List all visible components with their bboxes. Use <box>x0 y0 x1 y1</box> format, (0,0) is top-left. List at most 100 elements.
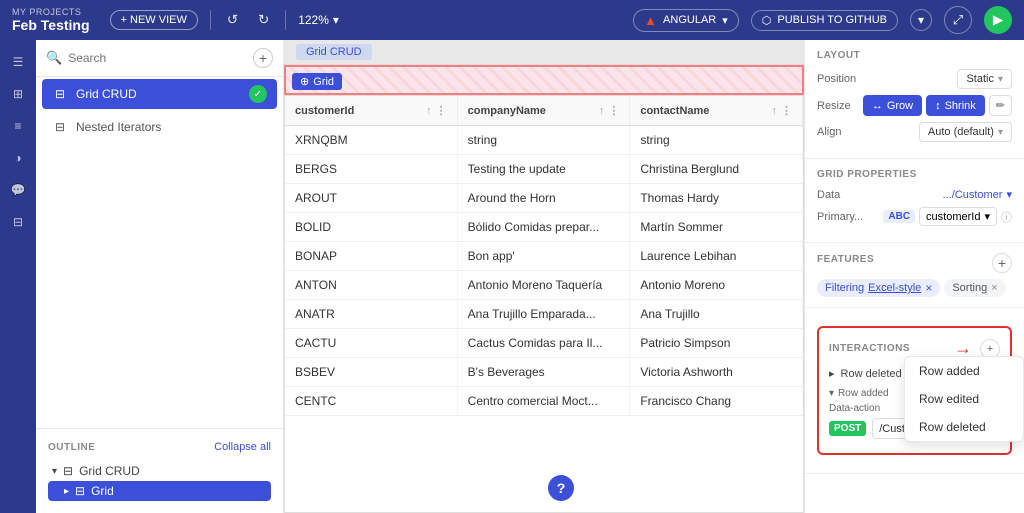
sidebar-icon-styles[interactable]: ◑ <box>4 144 32 172</box>
divider <box>210 10 211 30</box>
position-value: Static <box>966 73 994 85</box>
table-row[interactable]: BONAP Bon app' Laurence Lebihan <box>285 242 803 271</box>
publish-button[interactable]: ⬡ PUBLISH TO GITHUB <box>751 10 898 31</box>
dropdown-row-added[interactable]: Row added <box>905 357 1023 385</box>
primary-label: Primary... <box>817 211 863 223</box>
dropdown-row-deleted[interactable]: Row deleted <box>905 413 1023 441</box>
grid-rows-container: XRNQBM string string BERGS Testing the u… <box>285 126 803 416</box>
new-view-button[interactable]: + NEW VIEW <box>110 10 198 30</box>
outline-node-grid-crud[interactable]: ▾ ⊟ Grid CRUD <box>48 461 271 481</box>
primary-row: Primary... ABC customerId ▾ ⓘ <box>817 207 1012 226</box>
table-row[interactable]: BOLID Bólido Comidas prepar... Martín So… <box>285 213 803 242</box>
table-row[interactable]: BSBEV B's Beverages Victoria Ashworth <box>285 358 803 387</box>
interactions-title: INTERACTIONS <box>829 343 910 354</box>
col-label: customerId <box>295 105 354 117</box>
publish-arrow-button[interactable]: ▾ <box>910 9 932 31</box>
grid-header: customerId ↑ ⋮ companyName ↑ ⋮ <box>285 96 803 126</box>
info-icon[interactable]: ⓘ <box>1001 209 1012 225</box>
sort-icon3[interactable]: ↑ <box>772 105 778 117</box>
share-icon: ⤢ <box>953 12 963 28</box>
features-title: FEATURES <box>817 254 874 265</box>
abc-badge: ABC <box>883 210 915 223</box>
position-select[interactable]: Static ▾ <box>957 69 1012 89</box>
data-value: .../Customer <box>943 189 1003 201</box>
resize-buttons: ↔ Grow ↕ Shrink ✏ <box>863 95 1012 116</box>
grid-badge: ⊕ Grid <box>292 73 342 90</box>
menu-icon3[interactable]: ⋮ <box>781 104 792 117</box>
sidebar-icon-grid[interactable]: ⊟ <box>4 208 32 236</box>
data-path[interactable]: .../Customer ▾ <box>943 188 1012 201</box>
zoom-chevron-icon: ▾ <box>333 13 339 27</box>
nested-item-label: Nested Iterators <box>76 120 267 134</box>
table-row[interactable]: ANTON Antonio Moreno Taquería Antonio Mo… <box>285 271 803 300</box>
hatched-border <box>284 65 804 95</box>
help-button[interactable]: ? <box>548 475 574 501</box>
sidebar-icon-data[interactable]: ≡ <box>4 112 32 140</box>
shrink-icon: ↕ <box>935 100 941 112</box>
project-name: Feb Testing <box>12 17 90 33</box>
menu-icon2[interactable]: ⋮ <box>608 104 619 117</box>
undo-button[interactable]: ↺ <box>223 8 242 32</box>
search-input[interactable] <box>68 51 247 65</box>
main-layout: ☰ ⊞ ≡ ◑ 💬 ⊟ 🔍 + ⊟ Grid CRUD ✓ ⊟ Nested I… <box>0 40 1024 513</box>
menu-icon[interactable]: ⋮ <box>436 104 447 117</box>
chevron-right-icon: ▸ <box>829 367 835 380</box>
collapse-all-button[interactable]: Collapse all <box>214 441 271 453</box>
outline-node-label: Grid CRUD <box>79 464 140 478</box>
sort-icon2[interactable]: ↑ <box>599 105 605 117</box>
share-button[interactable]: ⤢ <box>944 6 972 34</box>
play-button[interactable]: ▶ <box>984 6 1012 34</box>
redo-button[interactable]: ↻ <box>254 8 273 32</box>
post-badge: POST <box>829 421 866 436</box>
sidebar-icon-components[interactable]: ⊞ <box>4 80 32 108</box>
nested-icon: ⊟ <box>52 119 68 135</box>
layout-section: LAYOUT Position Static ▾ Resize ↔ Grow ↕ <box>805 40 1024 159</box>
cell-company-name: Cactus Comidas para Il... <box>458 329 631 357</box>
right-panel: LAYOUT Position Static ▾ Resize ↔ Grow ↕ <box>804 40 1024 513</box>
grow-button[interactable]: ↔ Grow <box>863 95 922 116</box>
add-view-button[interactable]: + <box>253 48 273 68</box>
sorting-remove-button[interactable]: × <box>991 282 997 294</box>
chevron-down-icon: ▾ <box>829 388 834 399</box>
cell-company-name: string <box>458 126 631 154</box>
filter-style-label[interactable]: Excel-style <box>868 282 921 294</box>
zoom-control[interactable]: 122% ▾ <box>298 13 339 27</box>
add-feature-button[interactable]: + <box>992 253 1012 273</box>
check-icon: ✓ <box>254 89 262 100</box>
align-select[interactable]: Auto (default) ▾ <box>919 122 1012 142</box>
resize-row: Resize ↔ Grow ↕ Shrink ✏ <box>817 95 1012 116</box>
sort-icon[interactable]: ↑ <box>426 105 432 117</box>
cell-contact-name: Victoria Ashworth <box>630 358 803 386</box>
primary-select[interactable]: customerId ▾ <box>919 207 997 226</box>
search-icon: 🔍 <box>46 50 62 66</box>
shrink-button[interactable]: ↕ Shrink <box>926 95 985 116</box>
table-row[interactable]: CENTC Centro comercial Moct... Francisco… <box>285 387 803 416</box>
cell-customer-id: CENTC <box>285 387 458 415</box>
sidebar-icon-layers[interactable]: ☰ <box>4 48 32 76</box>
filter-remove-button[interactable]: × <box>925 281 932 295</box>
grid-crud-icon: ⊟ <box>52 86 68 102</box>
github-icon: ⬡ <box>762 14 772 27</box>
cell-company-name: B's Beverages <box>458 358 631 386</box>
nav-item-nested[interactable]: ⊟ Nested Iterators <box>42 113 277 141</box>
cell-company-name: Centro comercial Moct... <box>458 387 631 415</box>
table-row[interactable]: CACTU Cactus Comidas para Il... Patricio… <box>285 329 803 358</box>
features-section: FEATURES + Filtering Excel-style × Sorti… <box>805 243 1024 308</box>
table-row[interactable]: BERGS Testing the update Christina Bergl… <box>285 155 803 184</box>
outline-node-grid[interactable]: ▸ ⊟ Grid <box>48 481 271 501</box>
dropdown-row-edited[interactable]: Row edited <box>905 385 1023 413</box>
resize-label: Resize <box>817 100 851 112</box>
divider2 <box>285 10 286 30</box>
nav-item-grid-crud[interactable]: ⊟ Grid CRUD ✓ <box>42 79 277 109</box>
cell-customer-id: BONAP <box>285 242 458 270</box>
left-panel: 🔍 + ⊟ Grid CRUD ✓ ⊟ Nested Iterators OUT… <box>36 40 284 513</box>
cell-contact-name: Ana Trujillo <box>630 300 803 328</box>
outline-section: OUTLINE Collapse all ▾ ⊟ Grid CRUD ▸ ⊟ G… <box>36 428 283 513</box>
table-row[interactable]: AROUT Around the Horn Thomas Hardy <box>285 184 803 213</box>
table-row[interactable]: XRNQBM string string <box>285 126 803 155</box>
play-icon: ▶ <box>993 12 1003 28</box>
sidebar-icon-chat[interactable]: 💬 <box>4 176 32 204</box>
table-row[interactable]: ANATR Ana Trujillo Emparada... Ana Truji… <box>285 300 803 329</box>
resize-edit-button[interactable]: ✏ <box>989 95 1012 116</box>
filtering-label: Filtering <box>825 282 864 294</box>
